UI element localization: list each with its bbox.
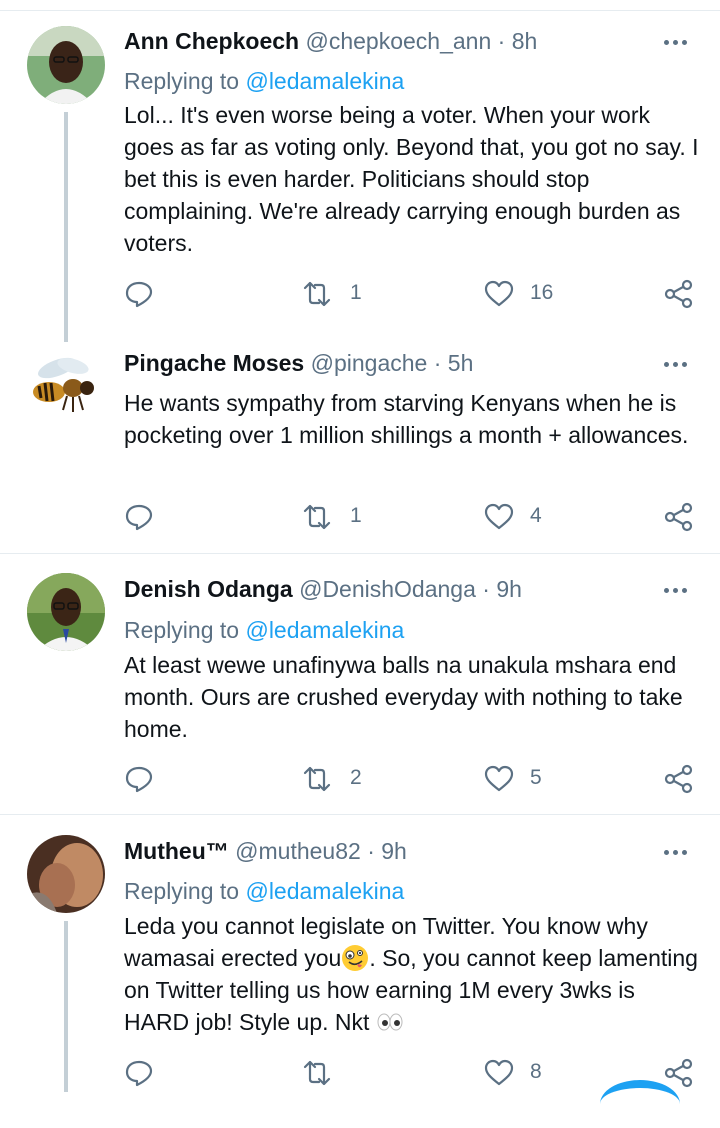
tweet-actions: 8 <box>0 1058 720 1088</box>
retweet-count: 2 <box>350 766 362 789</box>
avatar[interactable] <box>27 346 105 424</box>
like-count: 16 <box>530 281 554 304</box>
tweet-ann-chepkoech[interactable]: Ann Chepkoech @chepkoech_ann · 8h Replyi… <box>0 12 720 342</box>
avatar[interactable] <box>27 835 105 913</box>
tweet-text: Lol... It's even worse being a voter. Wh… <box>124 102 699 256</box>
separator: · <box>475 576 497 602</box>
reply-icon[interactable] <box>124 1058 154 1088</box>
separator: · <box>360 838 382 864</box>
tweet-text: He wants sympathy from starving Kenyans … <box>124 390 689 448</box>
replying-to-link[interactable]: @ledamalekina <box>245 617 404 643</box>
reply-icon[interactable] <box>124 764 154 794</box>
more-icon[interactable] <box>664 36 694 48</box>
author-name[interactable]: Pingache Moses <box>124 350 304 376</box>
like-count: 5 <box>530 766 542 789</box>
tweet-header: Mutheu™ @mutheu82 · 9h <box>124 838 407 865</box>
tweet-mutheu[interactable]: Mutheu™ @mutheu82 · 9h Replying to @leda… <box>0 814 720 1092</box>
zany-face-emoji-icon <box>342 945 369 971</box>
like-icon[interactable] <box>484 279 514 309</box>
share-icon[interactable] <box>664 1058 694 1088</box>
retweet-count: 1 <box>350 504 362 527</box>
share-icon[interactable] <box>664 279 694 309</box>
like-count: 8 <box>530 1060 542 1083</box>
separator: · <box>491 28 512 54</box>
tweet-text: At least wewe unafinywa balls na unakula… <box>124 652 683 742</box>
tweet-pingache-moses[interactable]: Pingache Moses @pingache · 5h He wants s… <box>0 342 720 553</box>
replying-prefix: Replying to <box>124 68 246 94</box>
tweet-text: Leda you cannot legislate on Twitter. Yo… <box>124 910 704 1038</box>
retweet-icon[interactable] <box>302 1058 332 1088</box>
like-icon[interactable] <box>484 1058 514 1088</box>
tweet-header: Pingache Moses @pingache · 5h <box>124 350 473 377</box>
author-name[interactable]: Mutheu™ <box>124 838 229 864</box>
compose-button-edge[interactable] <box>600 1080 680 1128</box>
retweet-count: 1 <box>350 281 362 304</box>
top-divider <box>0 0 720 11</box>
more-icon[interactable] <box>664 358 694 370</box>
author-handle[interactable]: @pingache <box>311 350 428 376</box>
more-icon[interactable] <box>664 846 694 858</box>
author-handle[interactable]: @DenishOdanga <box>299 576 476 602</box>
replying-to: Replying to @ledamalekina <box>124 68 404 95</box>
share-icon[interactable] <box>664 502 694 532</box>
replying-to: Replying to @ledamalekina <box>124 878 404 905</box>
replying-to: Replying to @ledamalekina <box>124 617 404 644</box>
eyes-emoji-icon <box>377 1013 403 1031</box>
tweet-header: Ann Chepkoech @chepkoech_ann · 8h <box>124 28 537 55</box>
avatar[interactable] <box>27 26 105 104</box>
tweet-time[interactable]: 8h <box>512 28 538 54</box>
retweet-icon[interactable] <box>302 764 332 794</box>
author-handle[interactable]: @chepkoech_ann <box>305 28 491 54</box>
like-count: 4 <box>530 504 542 527</box>
replying-prefix: Replying to <box>124 878 246 904</box>
replying-to-link[interactable]: @ledamalekina <box>245 878 404 904</box>
tweet-actions: 1 4 <box>0 502 720 532</box>
author-name[interactable]: Denish Odanga <box>124 576 293 602</box>
tweet-denish-odanga[interactable]: Denish Odanga @DenishOdanga · 9h Replyin… <box>0 553 720 815</box>
tweet-time[interactable]: 9h <box>381 838 407 864</box>
separator: · <box>427 350 448 376</box>
author-handle[interactable]: @mutheu82 <box>235 838 361 864</box>
author-name[interactable]: Ann Chepkoech <box>124 28 299 54</box>
retweet-icon[interactable] <box>302 279 332 309</box>
like-icon[interactable] <box>484 502 514 532</box>
replying-prefix: Replying to <box>124 617 246 643</box>
more-icon[interactable] <box>664 584 694 596</box>
reply-icon[interactable] <box>124 279 154 309</box>
tweet-actions: 2 5 <box>0 764 720 794</box>
tweet-header: Denish Odanga @DenishOdanga · 9h <box>124 576 522 603</box>
tweet-time[interactable]: 9h <box>496 576 522 602</box>
like-icon[interactable] <box>484 764 514 794</box>
share-icon[interactable] <box>664 764 694 794</box>
retweet-icon[interactable] <box>302 502 332 532</box>
replying-to-link[interactable]: @ledamalekina <box>245 68 404 94</box>
tweet-time[interactable]: 5h <box>448 350 474 376</box>
avatar[interactable] <box>27 573 105 651</box>
tweet-actions: 1 16 <box>0 279 720 309</box>
reply-icon[interactable] <box>124 502 154 532</box>
